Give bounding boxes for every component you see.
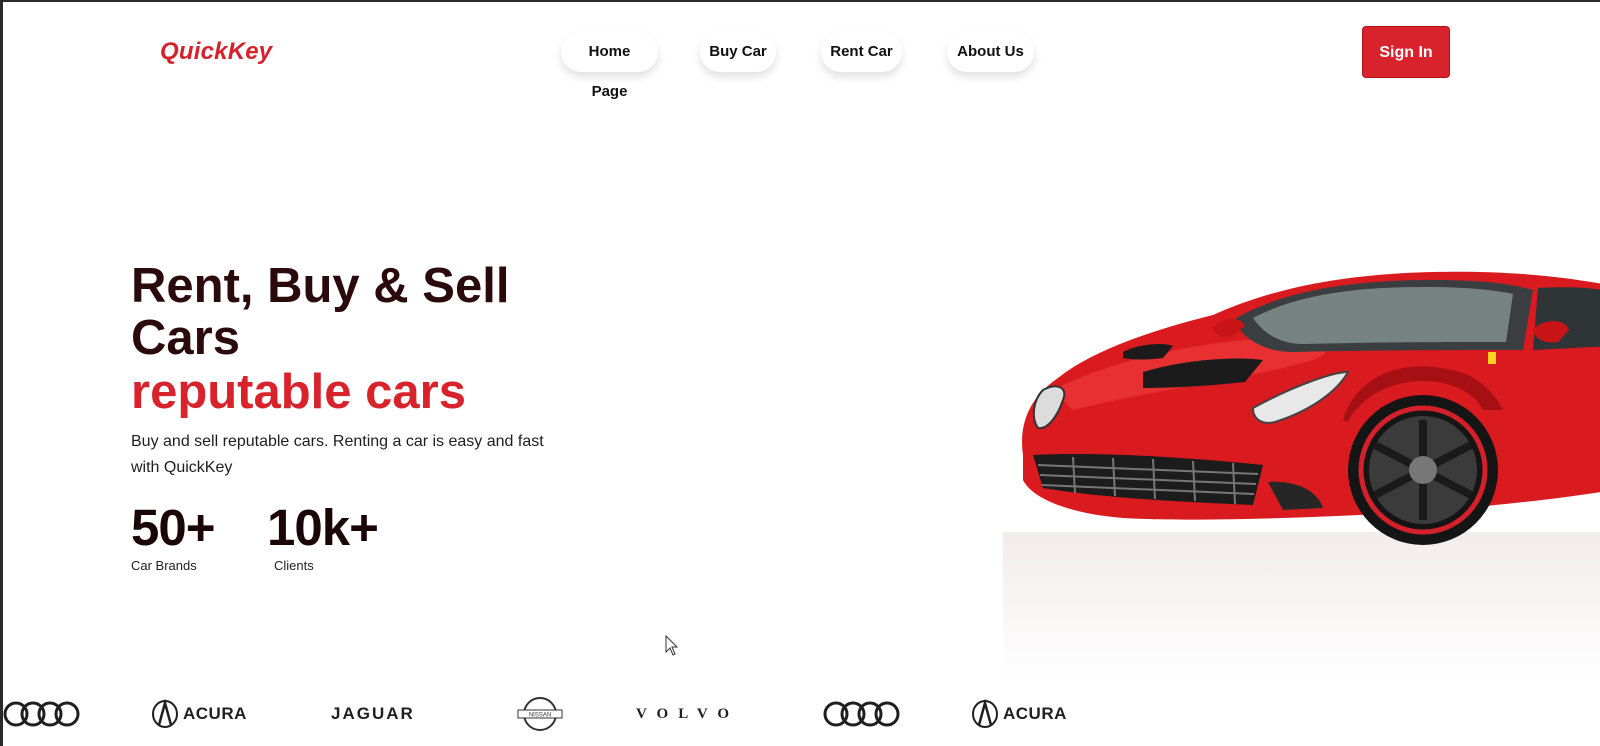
- brand-logo[interactable]: QuickKey: [160, 38, 272, 66]
- nissan-logo: NISSAN: [516, 696, 564, 732]
- acura-emblem-icon: [152, 699, 178, 728]
- nav-rent-car[interactable]: Rent Car: [821, 32, 902, 72]
- jaguar-logo: JAGUAR: [331, 696, 415, 732]
- audi-logo-icon: [3, 696, 83, 732]
- sign-in-button[interactable]: Sign In: [1362, 26, 1450, 78]
- acura-logo: ACURA: [151, 696, 247, 732]
- audi-logo-icon: [823, 696, 903, 732]
- hero-description: Buy and sell reputable cars. Renting a c…: [131, 433, 544, 476]
- volvo-logo: VOLVO: [636, 696, 739, 732]
- stat-value: 10k+: [267, 499, 379, 556]
- hero-title: Rent, Buy & Sell Cars: [131, 259, 510, 365]
- stat-clients: 10k+ Clients: [267, 499, 379, 574]
- stat-label: Clients: [274, 558, 314, 573]
- nav-about-us[interactable]: About Us: [947, 32, 1034, 72]
- acura-wordmark: ACURA: [183, 704, 247, 723]
- acura-wordmark: ACURA: [1003, 704, 1067, 723]
- acura-emblem-icon: [972, 699, 998, 728]
- volvo-wordmark: VOLVO: [636, 705, 740, 722]
- stat-label: Car Brands: [131, 558, 197, 573]
- mouse-cursor-icon: [665, 634, 679, 662]
- hero-accent-text: reputable cars: [131, 365, 466, 419]
- nav-buy-car[interactable]: Buy Car: [700, 32, 776, 72]
- jaguar-wordmark: JAGUAR: [331, 704, 415, 723]
- hero-car-image: [1013, 260, 1600, 700]
- stat-car-brands: 50+ Car Brands: [131, 499, 216, 574]
- page: QuickKey Home Page Buy Car Rent Car Abou…: [3, 2, 1600, 746]
- brand-logo-strip: ACURA JAGUAR NISSAN VOLVO ACURA: [3, 696, 1600, 736]
- stat-value: 50+: [131, 499, 216, 556]
- nav-home-page[interactable]: Home Page: [561, 32, 658, 100]
- nissan-wordmark: NISSAN: [529, 713, 551, 719]
- acura-logo: ACURA: [971, 696, 1067, 732]
